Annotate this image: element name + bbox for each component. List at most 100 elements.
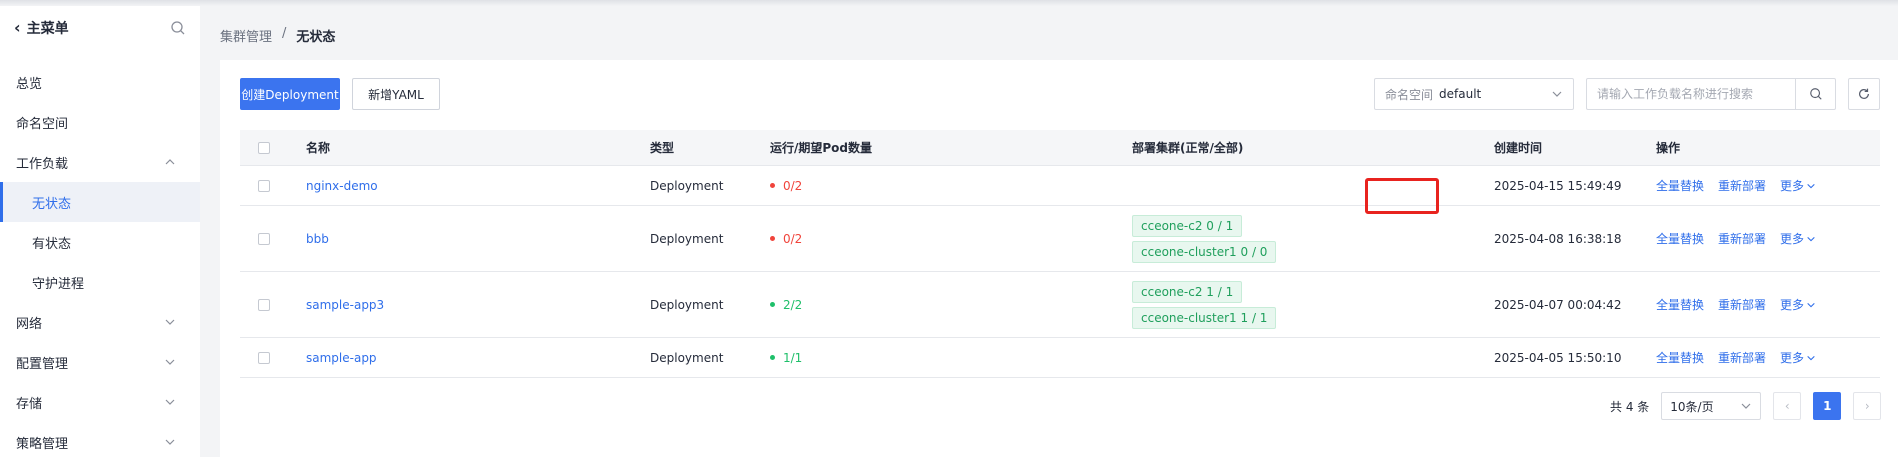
main-menu-back[interactable]: ‹ 主菜单 [14,18,69,38]
replace-all-link[interactable]: 全量替换 [1656,230,1704,247]
pod-count: 1/1 [783,350,803,365]
redeploy-link[interactable]: 重新部署 [1718,177,1766,194]
breadcrumb-parent[interactable]: 集群管理 [220,26,272,45]
table-row: sample-app Deployment 1/1 2025-04-05 15:50:… [240,338,1880,378]
chevron-down-icon [165,399,175,405]
more-menu[interactable]: 更多 [1780,349,1816,366]
sidebar-header: ‹ 主菜单 [0,6,200,50]
breadcrumb: 集群管理 / 无状态 [220,26,335,45]
pod-count: 0/2 [783,178,803,193]
pod-status: 1/1 [770,351,1132,365]
header-clusters: 部署集群(正常/全部) [1132,141,1244,155]
more-menu[interactable]: 更多 [1780,177,1816,194]
status-dot [770,183,775,188]
pagination-total: 共 4 条 [1610,399,1650,414]
chevron-left-icon: ‹ [14,18,21,37]
chevron-down-icon [165,439,175,445]
more-label: 更多 [1780,179,1805,193]
replace-all-link[interactable]: 全量替换 [1656,349,1704,366]
workload-name-link[interactable]: sample-app3 [306,298,384,312]
chevron-down-icon [1807,236,1815,241]
status-dot [770,236,775,241]
workload-type: Deployment [650,297,724,312]
cluster-tag: cceone-cluster1 1 / 1 [1132,306,1277,329]
more-menu[interactable]: 更多 [1780,230,1816,247]
row-checkbox[interactable] [258,298,270,311]
workload-search-input[interactable] [1587,79,1795,109]
redeploy-link[interactable]: 重新部署 [1718,349,1766,366]
created-time: 2025-04-08 16:38:18 [1494,231,1622,246]
pod-status: 0/2 [770,232,1132,246]
sidebar-item[interactable]: 命名空间 [0,102,200,142]
row-checkbox[interactable] [258,179,270,192]
page-size-select[interactable]: 10条/页 [1661,392,1762,420]
search-icon[interactable] [170,20,186,36]
sidebar-item[interactable]: 有状态 [0,222,200,262]
sidebar-item[interactable]: 守护进程 [0,262,200,302]
more-menu[interactable]: 更多 [1780,296,1816,313]
sidebar-menu: 总览命名空间工作负载无状态有状态守护进程网络配置管理存储策略管理 [0,50,200,457]
create-deployment-button[interactable]: 创建Deployment [240,78,340,110]
sidebar-item[interactable]: 网络 [0,302,200,342]
sidebar-item-label: 配置管理 [16,356,69,372]
status-dot [770,302,775,307]
workload-name-link[interactable]: nginx-demo [306,179,378,193]
page-size-value: 10条/页 [1670,399,1714,414]
breadcrumb-current: 无状态 [296,30,336,45]
sidebar-item-label: 命名空间 [16,116,69,132]
sidebar-item[interactable]: 存储 [0,382,200,422]
created-time: 2025-04-15 15:49:49 [1494,178,1622,193]
sidebar-item-label: 网络 [16,316,43,332]
redeploy-link[interactable]: 重新部署 [1718,230,1766,247]
top-bar-shadow [0,0,1898,6]
namespace-select-label: 命名空间 [1385,87,1434,102]
namespace-select-value: default [1439,87,1482,101]
page-button-current[interactable]: 1 [1813,392,1842,420]
workload-type: Deployment [650,178,724,193]
search-button[interactable] [1795,79,1835,109]
more-label: 更多 [1780,298,1805,312]
sidebar-item-label: 策略管理 [16,436,69,452]
sidebar-item-label: 总览 [16,76,43,92]
pod-status: 0/2 [770,179,1132,193]
pod-status: 2/2 [770,298,1132,312]
table-row: sample-app3 Deployment 2/2 cceone-c2 1 / 1c… [240,272,1880,338]
sidebar-item[interactable]: 策略管理 [0,422,200,457]
refresh-button[interactable] [1848,78,1880,110]
chevron-up-icon [165,159,175,165]
namespace-select[interactable]: 命名空间 default [1374,78,1574,110]
cluster-tag: cceone-cluster1 0 / 0 [1132,240,1277,263]
workload-search [1586,78,1836,110]
workload-panel: 创建Deployment 新增YAML 命名空间 default 名称 类型 运… [220,60,1898,457]
table-body: nginx-demo Deployment 0/2 2025-04-15 15:49:… [240,166,1880,378]
pod-count: 0/2 [783,231,803,246]
refresh-icon [1859,88,1869,99]
header-type: 类型 [650,141,675,155]
sidebar-item-label: 有状态 [32,236,72,252]
sidebar-item[interactable]: 工作负载 [0,142,200,182]
redeploy-link[interactable]: 重新部署 [1718,296,1766,313]
table-header: 名称 类型 运行/期望Pod数量 部署集群(正常/全部) 创建时间 操作 [240,130,1880,166]
sidebar-item[interactable]: 配置管理 [0,342,200,382]
next-page-button[interactable]: › [1853,392,1882,420]
sidebar-item[interactable]: 总览 [0,62,200,102]
replace-all-link[interactable]: 全量替换 [1656,177,1704,194]
add-yaml-button[interactable]: 新增YAML [352,78,440,110]
row-checkbox[interactable] [258,232,270,245]
header-name: 名称 [306,141,331,155]
table-row: nginx-demo Deployment 0/2 2025-04-15 15:49:… [240,166,1880,206]
sidebar-item-label: 守护进程 [32,276,85,292]
chevron-down-icon [165,319,175,325]
select-all-checkbox[interactable] [258,141,270,154]
cluster-tag: cceone-c2 0 / 1 [1132,214,1243,237]
sidebar-item[interactable]: 无状态 [0,182,200,222]
cluster-tags: cceone-c2 1 / 1 cceone-cluster1 1 / 1 [1132,279,1494,331]
row-checkbox[interactable] [258,351,270,364]
replace-all-link[interactable]: 全量替换 [1656,296,1704,313]
chevron-down-icon [1807,302,1815,307]
header-actions: 操作 [1656,141,1681,155]
prev-page-button[interactable]: ‹ [1773,392,1802,420]
sidebar-item-label: 无状态 [32,196,72,212]
workload-name-link[interactable]: bbb [306,232,329,246]
workload-name-link[interactable]: sample-app [306,351,377,365]
